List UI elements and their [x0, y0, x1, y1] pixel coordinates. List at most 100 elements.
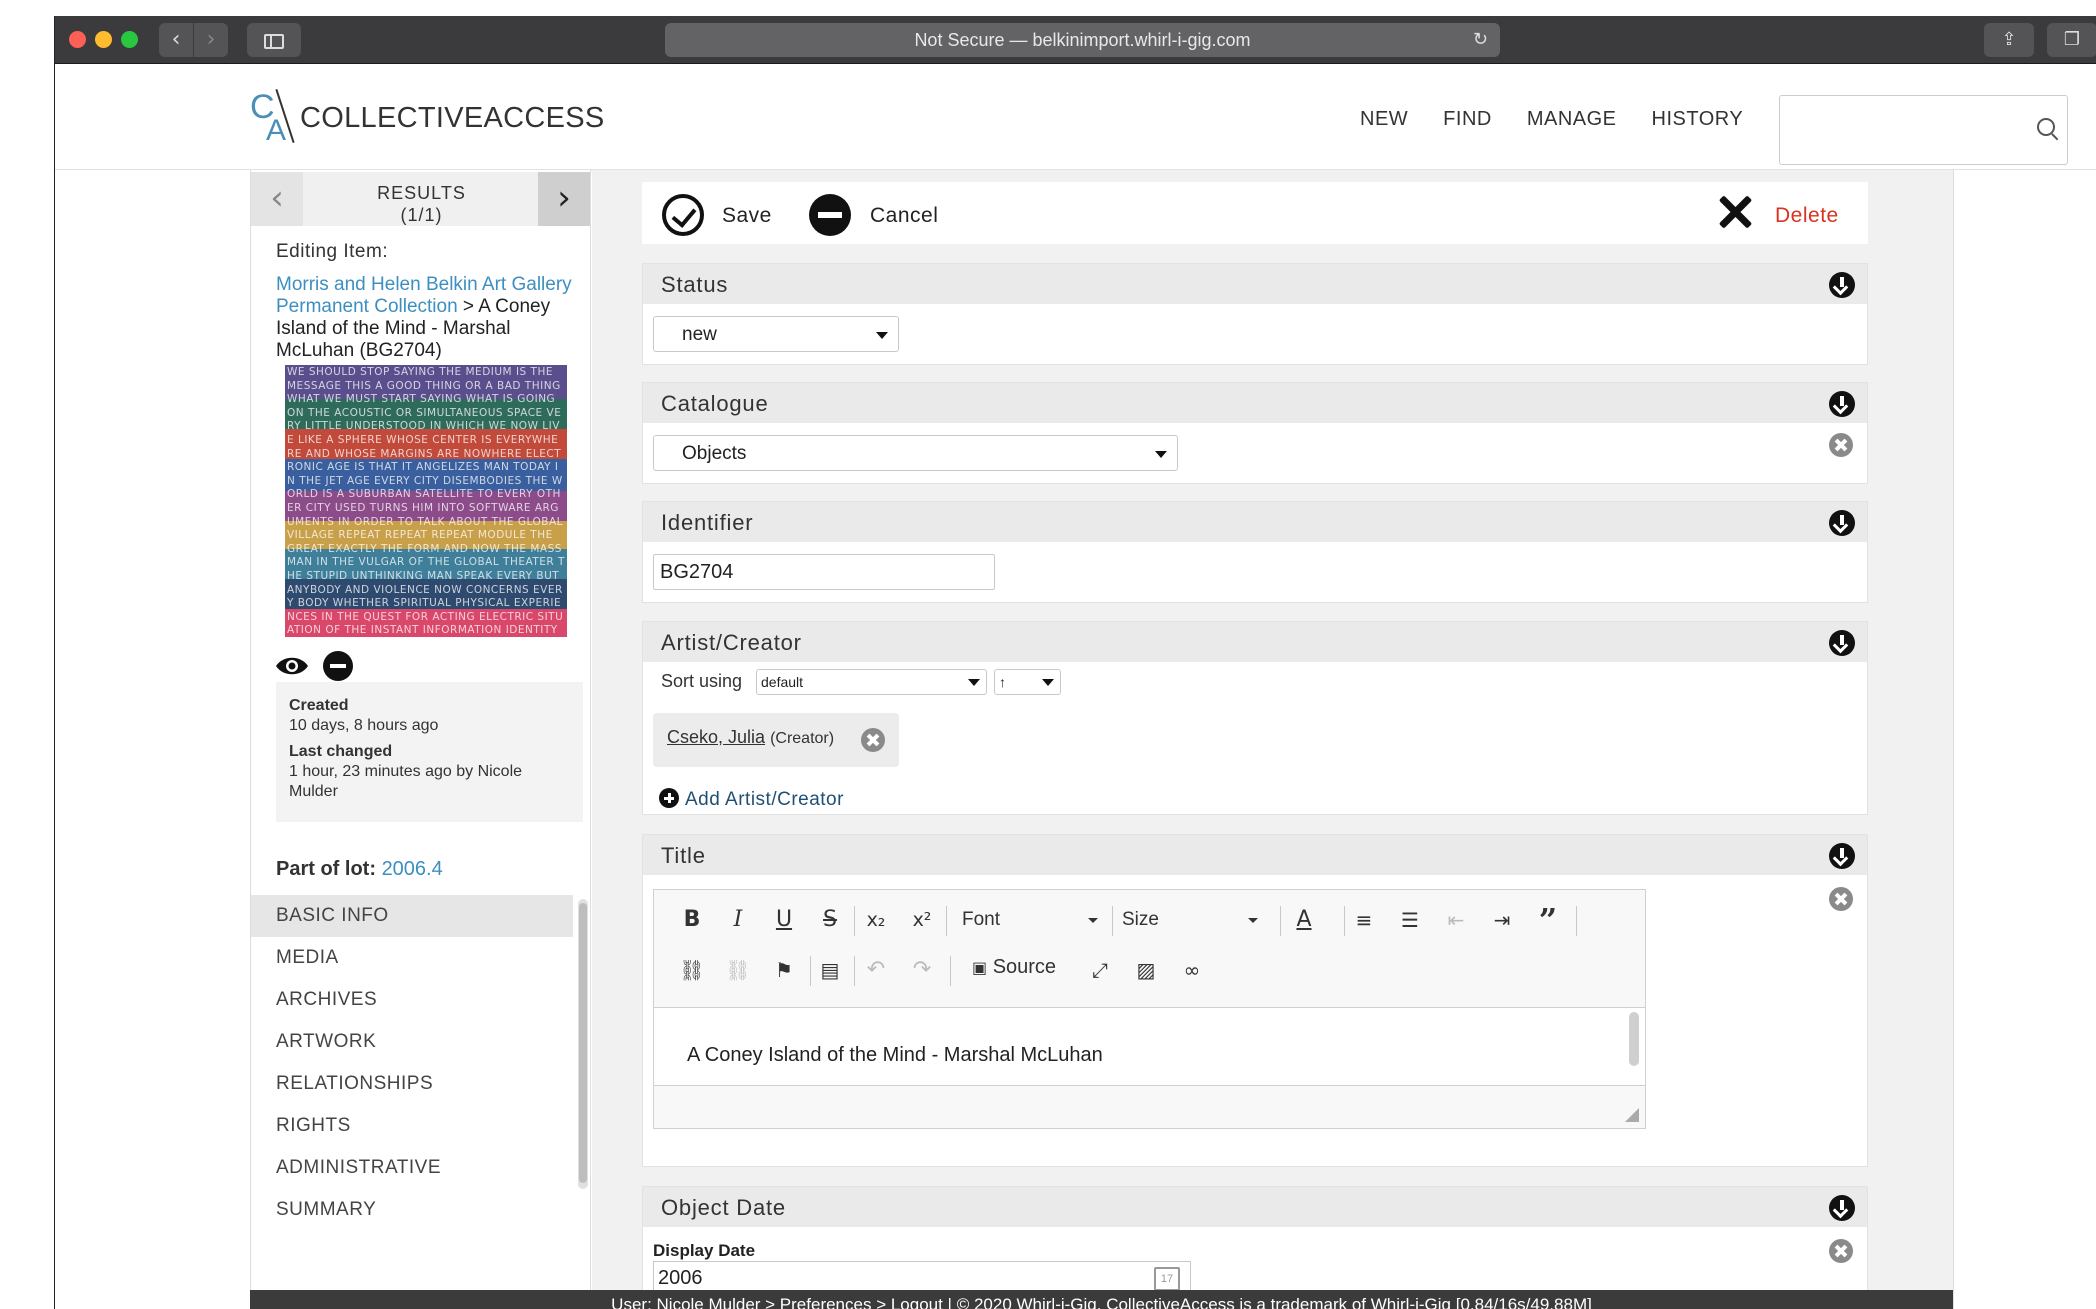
- remove-value-icon[interactable]: [1829, 433, 1853, 457]
- logo-text: COLLECTIVEACCESS: [300, 102, 605, 134]
- save-button[interactable]: Save: [722, 204, 772, 228]
- delete-button[interactable]: Delete: [1775, 204, 1839, 228]
- numbered-list-icon[interactable]: ≡: [1348, 904, 1380, 936]
- collectiveaccess-logo[interactable]: C A COLLECTIVEACCESS: [250, 84, 604, 148]
- remove-media-icon[interactable]: [323, 651, 353, 681]
- results-label[interactable]: RESULTS (1/1): [303, 182, 540, 226]
- section-archives[interactable]: ARCHIVES: [251, 979, 573, 1021]
- catalogue-select[interactable]: Objects: [653, 435, 1178, 471]
- previous-result-button[interactable]: ‹: [251, 172, 303, 226]
- sort-direction-select[interactable]: ↑: [994, 669, 1061, 695]
- link-icon[interactable]: ⛓: [676, 954, 708, 986]
- caret-down-icon: [1155, 451, 1167, 458]
- resize-handle-icon[interactable]: [1625, 1108, 1639, 1122]
- cancel-minus-icon[interactable]: [809, 194, 851, 236]
- right-gutter: [1953, 170, 2096, 1309]
- entity-name-link[interactable]: Cseko, Julia: [667, 727, 765, 747]
- maximize-window-button[interactable]: [121, 31, 138, 48]
- indent-icon[interactable]: ⇥: [1486, 904, 1518, 936]
- calendar-icon[interactable]: 17: [1154, 1267, 1180, 1291]
- section-basic-info[interactable]: BASIC INFO: [251, 895, 573, 937]
- collapse-arrow-icon[interactable]: [1829, 630, 1855, 656]
- close-window-button[interactable]: [69, 31, 86, 48]
- cancel-button[interactable]: Cancel: [870, 204, 938, 228]
- section-relationships[interactable]: RELATIONSHIPS: [251, 1063, 573, 1105]
- search-input[interactable]: [1779, 95, 2068, 165]
- bundle-title: Identifier: [661, 510, 754, 535]
- chevron-left-icon: ‹: [270, 178, 284, 218]
- text-color-icon[interactable]: A: [1288, 904, 1320, 936]
- title-text-area[interactable]: A Coney Island of the Mind - Marshal McL…: [654, 1008, 1645, 1086]
- size-select[interactable]: Size: [1114, 904, 1264, 936]
- subscript-icon[interactable]: x₂: [860, 904, 892, 936]
- reload-icon[interactable]: ↻: [1473, 23, 1488, 57]
- anchor-flag-icon[interactable]: ⚑: [768, 954, 800, 986]
- title-value: A Coney Island of the Mind - Marshal McL…: [687, 1044, 1103, 1066]
- redo-icon[interactable]: ↷: [906, 954, 938, 986]
- browser-titlebar: ‹ › Not Secure — belkinimport.whirl-i-gi…: [55, 16, 2096, 64]
- section-administrative[interactable]: ADMINISTRATIVE: [251, 1147, 573, 1189]
- item-thumbnail[interactable]: WE SHOULD STOP SAYING THE MEDIUM IS THE …: [285, 365, 567, 637]
- superscript-icon[interactable]: x²: [906, 904, 938, 936]
- maximize-icon[interactable]: ⤢: [1084, 954, 1116, 986]
- underline-icon[interactable]: U: [768, 904, 800, 936]
- search-icon[interactable]: [2037, 118, 2055, 136]
- nav-manage[interactable]: MANAGE: [1527, 108, 1617, 131]
- relationship-link-icon[interactable]: ∞: [1176, 954, 1208, 986]
- lot-link[interactable]: 2006.4: [382, 858, 443, 880]
- collapse-arrow-icon[interactable]: [1829, 391, 1855, 417]
- paste-text-icon[interactable]: ▤: [814, 954, 846, 986]
- eye-icon[interactable]: [275, 655, 309, 677]
- section-artwork[interactable]: ARTWORK: [251, 1021, 573, 1063]
- nav-find[interactable]: FIND: [1443, 108, 1492, 131]
- related-entity-chip: Cseko, Julia (Creator): [653, 713, 899, 767]
- section-summary[interactable]: SUMMARY: [251, 1189, 573, 1231]
- section-media[interactable]: MEDIA: [251, 937, 573, 979]
- remove-entity-icon[interactable]: [861, 728, 885, 752]
- remove-value-icon[interactable]: [1829, 1239, 1853, 1263]
- collapse-arrow-icon[interactable]: [1829, 1195, 1855, 1221]
- sort-field-select[interactable]: default: [756, 669, 987, 695]
- editor-scrollbar[interactable]: [1629, 1012, 1639, 1066]
- image-icon[interactable]: ▨: [1130, 954, 1162, 986]
- next-result-button[interactable]: ›: [538, 172, 590, 226]
- title-bundle: Title B I U S x₂ x² Font Size A ≡ ☰ ⇤ ⇥ …: [642, 834, 1868, 1167]
- address-bar[interactable]: Not Secure — belkinimport.whirl-i-gig.co…: [665, 23, 1500, 57]
- caret-down-icon: [1248, 918, 1258, 923]
- save-check-icon[interactable]: [662, 194, 704, 236]
- add-artist-creator-button[interactable]: Add Artist/Creator: [659, 785, 844, 811]
- part-of-lot: Part of lot: 2006.4: [276, 858, 443, 880]
- status-select[interactable]: new: [653, 316, 899, 352]
- bold-icon[interactable]: B: [676, 904, 708, 936]
- outdent-icon[interactable]: ⇤: [1440, 904, 1472, 936]
- plus-icon: [659, 788, 679, 808]
- remove-value-icon[interactable]: [1829, 887, 1853, 911]
- italic-icon[interactable]: I: [722, 904, 754, 936]
- left-gutter: [55, 170, 250, 1309]
- sidebar-toggle-button[interactable]: [247, 23, 301, 57]
- undo-icon[interactable]: ↶: [860, 954, 892, 986]
- unlink-icon[interactable]: ⛓: [722, 954, 754, 986]
- strikethrough-icon[interactable]: S: [814, 904, 846, 936]
- blockquote-icon[interactable]: ”: [1532, 904, 1564, 936]
- caret-down-icon: [968, 679, 980, 686]
- back-button[interactable]: ‹: [159, 23, 193, 57]
- collapse-arrow-icon[interactable]: [1829, 510, 1855, 536]
- nav-history[interactable]: HISTORY: [1652, 108, 1744, 131]
- nav-new[interactable]: NEW: [1360, 108, 1408, 131]
- collapse-arrow-icon[interactable]: [1829, 272, 1855, 298]
- delete-x-icon[interactable]: [1715, 192, 1755, 232]
- identifier-field[interactable]: BG2704: [653, 554, 995, 590]
- source-icon: ▣: [972, 958, 988, 977]
- tab-overview-button[interactable]: ❐: [2047, 23, 2096, 57]
- section-scrollbar[interactable]: [578, 899, 588, 1189]
- share-button[interactable]: ⇪: [1984, 23, 2034, 57]
- minimize-window-button[interactable]: [95, 31, 112, 48]
- source-button[interactable]: ▣ Source: [972, 956, 1056, 979]
- collapse-arrow-icon[interactable]: [1829, 843, 1855, 869]
- font-select[interactable]: Font: [954, 904, 1104, 936]
- bulleted-list-icon[interactable]: ☰: [1394, 904, 1426, 936]
- forward-button[interactable]: ›: [194, 23, 228, 57]
- section-rights[interactable]: RIGHTS: [251, 1105, 573, 1147]
- results-navigation: ‹ RESULTS (1/1) ›: [251, 172, 590, 226]
